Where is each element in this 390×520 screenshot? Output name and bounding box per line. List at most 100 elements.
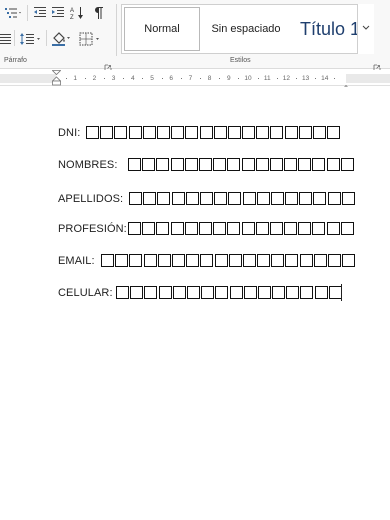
document-page[interactable]: DNI: NOMBRES: APELLIDOS: PROFESIÓN: EMAIL: CE… [0,87,390,520]
character-box[interactable] [340,222,354,235]
character-box[interactable] [101,254,114,267]
character-box[interactable] [186,254,200,267]
character-box[interactable] [185,192,199,205]
character-box[interactable] [86,126,99,139]
character-box[interactable] [328,286,342,299]
character-box[interactable] [142,222,156,235]
character-box[interactable] [269,158,283,171]
character-boxes[interactable] [101,254,356,267]
indent-marker-icon[interactable] [51,70,62,86]
character-box[interactable] [171,192,185,205]
character-box[interactable] [227,222,241,235]
character-boxes[interactable] [128,222,355,235]
character-box[interactable] [312,222,326,235]
character-boxes[interactable] [86,126,341,139]
character-box[interactable] [328,254,341,267]
character-box[interactable] [170,158,184,171]
character-box[interactable] [198,222,212,235]
character-box[interactable] [171,254,185,267]
character-box[interactable] [229,286,243,299]
character-box[interactable] [256,126,270,139]
sort-icon[interactable]: A Z [68,4,86,22]
character-box[interactable] [130,286,144,299]
character-box[interactable] [213,158,227,171]
character-box[interactable] [327,192,341,205]
character-box[interactable] [298,126,312,139]
character-box[interactable] [143,254,157,267]
character-box[interactable] [298,222,312,235]
character-box[interactable] [199,126,213,139]
character-box[interactable] [201,286,215,299]
character-box[interactable] [116,286,129,299]
character-box[interactable] [184,158,198,171]
character-box[interactable] [115,254,129,267]
character-box[interactable] [241,222,255,235]
character-box[interactable] [199,192,213,205]
character-box[interactable] [129,254,143,267]
character-box[interactable] [171,126,185,139]
character-box[interactable] [255,158,269,171]
character-box[interactable] [284,222,298,235]
shading-icon[interactable] [50,30,74,48]
character-box[interactable] [313,192,327,205]
character-box[interactable] [184,222,198,235]
character-boxes[interactable] [129,192,356,205]
styles-more-button[interactable] [357,4,374,54]
right-indent-marker-icon[interactable] [341,77,351,90]
paragraph-dialog-launcher-icon[interactable] [104,59,112,72]
character-box[interactable] [272,286,286,299]
character-box[interactable] [270,126,284,139]
character-box[interactable] [227,158,241,171]
decrease-indent-icon[interactable] [32,4,48,22]
character-box[interactable] [100,126,114,139]
line-spacing-icon[interactable] [18,30,44,48]
character-box[interactable] [172,286,186,299]
character-box[interactable] [158,286,172,299]
character-box[interactable] [256,192,270,205]
character-box[interactable] [128,126,142,139]
style-no-spacing[interactable]: Sin espaciado [202,5,290,53]
character-box[interactable] [185,126,199,139]
character-box[interactable] [142,158,156,171]
character-box[interactable] [128,158,141,171]
character-box[interactable] [157,192,171,205]
character-box[interactable] [213,222,227,235]
character-box[interactable] [312,158,326,171]
character-box[interactable] [143,192,157,205]
character-boxes[interactable] [128,158,355,171]
character-box[interactable] [241,158,255,171]
character-box[interactable] [298,158,312,171]
character-box[interactable] [215,286,229,299]
character-box[interactable] [300,286,314,299]
character-box[interactable] [144,286,158,299]
character-box[interactable] [228,192,242,205]
character-box[interactable] [200,254,214,267]
character-box[interactable] [157,254,171,267]
character-box[interactable] [214,192,228,205]
character-box[interactable] [257,286,271,299]
character-box[interactable] [313,126,326,139]
character-box[interactable] [326,158,340,171]
character-box[interactable] [284,158,298,171]
character-box[interactable] [327,126,341,139]
style-normal[interactable]: Normal [124,7,200,51]
character-box[interactable] [299,254,313,267]
character-box[interactable] [341,192,355,205]
show-formatting-marks-icon[interactable] [90,4,106,22]
character-boxes[interactable] [116,286,343,299]
character-box[interactable] [227,126,241,139]
character-box[interactable] [271,254,285,267]
character-box[interactable] [198,158,212,171]
character-box[interactable] [285,254,299,267]
character-box[interactable] [129,192,142,205]
character-box[interactable] [242,126,256,139]
character-box[interactable] [142,126,156,139]
character-box[interactable] [257,254,271,267]
character-box[interactable] [270,192,284,205]
multilevel-list-icon[interactable] [2,4,24,22]
styles-dialog-launcher-icon[interactable] [373,59,381,72]
character-box[interactable] [228,254,242,267]
character-box[interactable] [170,222,184,235]
character-box[interactable] [156,126,170,139]
character-box[interactable] [213,126,227,139]
